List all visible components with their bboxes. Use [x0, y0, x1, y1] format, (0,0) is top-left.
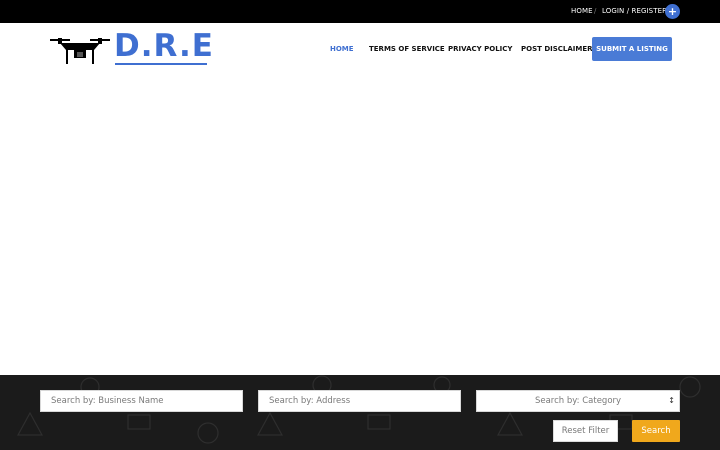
top-separator: / [594, 7, 597, 15]
search-band: Search by: Business Name Search by: Addr… [0, 375, 720, 450]
search-button[interactable]: Search [632, 420, 680, 442]
plus-icon[interactable]: + [665, 4, 680, 19]
submit-listing-button[interactable]: SUBMIT A LISTING [592, 37, 672, 61]
business-name-search-input[interactable]: Search by: Business Name [40, 390, 243, 412]
reset-filter-button[interactable]: Reset Filter [553, 420, 618, 442]
nav-terms-of-service[interactable]: TERMS OF SERVICE [369, 23, 445, 75]
logo-underline [115, 63, 207, 65]
top-bar: HOME / LOGIN / REGISTER + [0, 0, 720, 23]
nav-post-disclaimer[interactable]: POST DISCLAIMER [521, 23, 593, 75]
category-select-label: Search by: Category [534, 396, 622, 406]
top-login-register-link[interactable]: LOGIN / REGISTER [602, 0, 667, 23]
site-header: D.R.E HOME TERMS OF SERVICE PRIVACY POLI… [0, 23, 720, 75]
updown-caret-icon: ↕ [668, 396, 675, 405]
top-home-link[interactable]: HOME [571, 0, 593, 23]
category-select[interactable]: Search by: Category ↕ [476, 390, 680, 412]
site-logo-text[interactable]: D.R.E [114, 29, 214, 63]
nav-privacy-policy[interactable]: PRIVACY POLICY [448, 23, 512, 75]
nav-home[interactable]: HOME [330, 23, 354, 75]
address-search-input[interactable]: Search by: Address [258, 390, 461, 412]
hero-area [0, 75, 720, 375]
